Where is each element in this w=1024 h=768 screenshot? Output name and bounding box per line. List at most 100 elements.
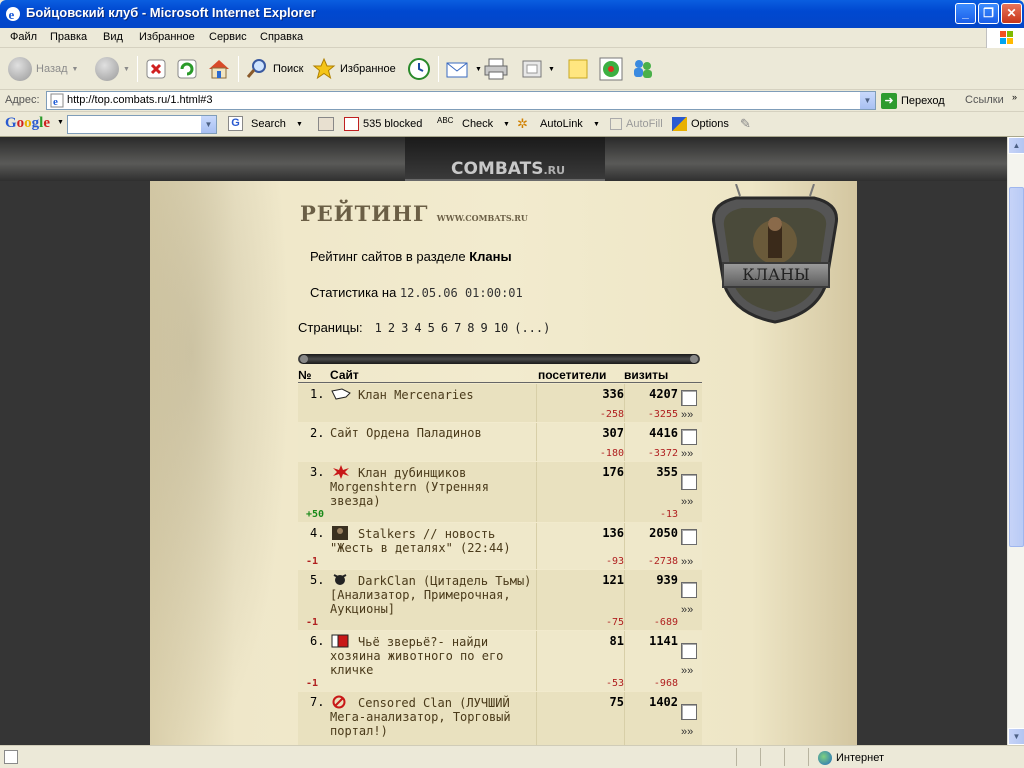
google-search-input[interactable]: ▼ bbox=[67, 115, 217, 134]
history-button[interactable] bbox=[406, 56, 432, 82]
page-link-5[interactable]: 5 bbox=[428, 321, 435, 335]
page-link-8[interactable]: 8 bbox=[467, 321, 474, 335]
google-search-button[interactable]: Search bbox=[251, 118, 286, 130]
page-link-2[interactable]: 2 bbox=[388, 321, 395, 335]
check-dropdown-icon[interactable]: ▼ bbox=[503, 121, 510, 128]
popup-blocked-count[interactable]: 535 blocked bbox=[363, 118, 422, 130]
stop-button[interactable] bbox=[145, 56, 167, 82]
visits-count: 2050 bbox=[649, 526, 678, 540]
details-link[interactable]: »» bbox=[681, 604, 693, 616]
google-dropdown-icon[interactable]: ▼ bbox=[201, 116, 216, 133]
highlight-pen-icon[interactable]: ✎ bbox=[740, 116, 751, 132]
scroll-thumb[interactable] bbox=[1009, 187, 1024, 547]
page-link-9[interactable]: 9 bbox=[481, 321, 488, 335]
google-logo[interactable]: Google bbox=[5, 115, 50, 132]
address-input[interactable]: e http://top.combats.ru/1.html#3 ▼ bbox=[46, 91, 876, 110]
security-zone[interactable]: Интернет bbox=[818, 751, 884, 765]
print-button[interactable] bbox=[483, 56, 509, 82]
google-menu-icon[interactable]: ▼ bbox=[57, 119, 64, 126]
site-link[interactable]: Клан дубинщиков Morgenshtern (Утренняя з… bbox=[330, 465, 536, 508]
home-button[interactable] bbox=[207, 56, 231, 82]
refresh-button[interactable] bbox=[176, 56, 198, 82]
select-checkbox[interactable] bbox=[681, 390, 697, 406]
select-checkbox[interactable] bbox=[681, 704, 697, 720]
details-link[interactable]: »» bbox=[681, 409, 693, 421]
page-link-6[interactable]: 6 bbox=[441, 321, 448, 335]
stat-timestamp: 12.05.06 01:00:01 bbox=[399, 286, 523, 300]
address-dropdown-icon[interactable]: ▼ bbox=[859, 92, 875, 109]
menu-favorites[interactable]: Избранное bbox=[139, 31, 195, 43]
menu-tools[interactable]: Сервис bbox=[209, 31, 247, 43]
menu-edit[interactable]: Правка bbox=[50, 31, 87, 43]
page-link-1[interactable]: 1 bbox=[375, 321, 382, 335]
autolink-dropdown-icon[interactable]: ▼ bbox=[593, 121, 600, 128]
table-header: № Сайт посетители визиты bbox=[298, 367, 702, 383]
back-button[interactable]: Назад ▼ bbox=[8, 56, 78, 82]
page-link-10[interactable]: 10 bbox=[494, 321, 508, 335]
statistics-line: Статистика на 12.05.06 01:00:01 bbox=[310, 285, 523, 300]
page-link-3[interactable]: 3 bbox=[401, 321, 408, 335]
visitors-delta: -93 bbox=[605, 556, 624, 567]
rating-table: № Сайт посетители визиты 1. Клан Mercena… bbox=[298, 367, 702, 745]
visits-delta: -3255 bbox=[647, 409, 678, 420]
select-checkbox[interactable] bbox=[681, 643, 697, 659]
autolink-button[interactable]: AutoLink bbox=[540, 118, 583, 130]
popup-blocker-icon bbox=[344, 117, 359, 131]
stalker-icon bbox=[332, 526, 348, 540]
options-button[interactable]: Options bbox=[691, 118, 729, 130]
site-link[interactable]: Censored Clan (ЛУЧШИЙ Мега-анализатор, Т… bbox=[330, 695, 536, 738]
details-link[interactable]: »» bbox=[681, 665, 693, 677]
site-link[interactable]: Чьё зверьё?- найди хозяина животного по … bbox=[330, 634, 536, 677]
menu-help[interactable]: Справка bbox=[260, 31, 303, 43]
site-link[interactable]: Stalkers // новость "Жесть в деталях" (2… bbox=[330, 526, 536, 555]
search-button[interactable]: Поиск bbox=[245, 56, 303, 82]
favorites-button[interactable]: Избранное bbox=[312, 56, 396, 82]
menu-view[interactable]: Вид bbox=[103, 31, 123, 43]
notes-button[interactable] bbox=[567, 56, 589, 82]
page-link-4[interactable]: 4 bbox=[414, 321, 421, 335]
maximize-button[interactable]: ❐ bbox=[978, 3, 999, 24]
details-link[interactable]: »» bbox=[681, 448, 693, 460]
combats-logo[interactable]: COMBATS.RU bbox=[405, 137, 605, 181]
details-link[interactable]: »» bbox=[681, 556, 693, 568]
select-checkbox[interactable] bbox=[681, 429, 697, 445]
icq-button[interactable] bbox=[599, 56, 623, 82]
check-button[interactable]: Check bbox=[462, 118, 493, 130]
chevron-right-icon[interactable]: » bbox=[1012, 92, 1017, 102]
scroll-up-icon[interactable]: ▲ bbox=[1008, 137, 1024, 154]
forward-button[interactable]: ▼ bbox=[95, 56, 130, 82]
go-button[interactable]: ➜ Переход bbox=[881, 93, 945, 109]
history-icon bbox=[408, 58, 430, 80]
site-name: Stalkers // новость "Жесть в деталях" (2… bbox=[330, 527, 511, 555]
note-icon bbox=[568, 59, 588, 79]
select-checkbox[interactable] bbox=[681, 582, 697, 598]
page-icon: e bbox=[50, 93, 64, 108]
row-num: 6. bbox=[310, 634, 325, 648]
site-link[interactable]: DarkClan (Цитадель Тьмы) [Анализатор, Пр… bbox=[330, 573, 536, 616]
page-link-7[interactable]: 7 bbox=[454, 321, 461, 335]
details-link[interactable]: »» bbox=[681, 726, 693, 738]
select-checkbox[interactable] bbox=[681, 474, 697, 490]
site-link[interactable]: Клан Mercenaries bbox=[330, 387, 536, 402]
site-link[interactable]: Сайт Ордена Паладинов bbox=[330, 426, 536, 440]
mail-button[interactable]: ▼ bbox=[445, 56, 482, 82]
links-button[interactable]: Ссылки bbox=[965, 94, 1004, 106]
scroll-down-icon[interactable]: ▼ bbox=[1008, 728, 1024, 745]
autofill-button[interactable]: AutoFill bbox=[626, 118, 663, 130]
details-link[interactable]: »» bbox=[681, 496, 693, 508]
messenger-button[interactable] bbox=[630, 56, 656, 82]
google-toolbar: Google ▼ ▼ G Search ▼ 535 blocked ABC Ch… bbox=[0, 112, 1024, 137]
close-button[interactable]: ✕ bbox=[1001, 3, 1022, 24]
minimize-button[interactable]: _ bbox=[955, 3, 976, 24]
select-checkbox[interactable] bbox=[681, 529, 697, 545]
table-row: 2. Сайт Ордена Паладинов 307 4416 -180 -… bbox=[298, 423, 702, 461]
ie-icon: e bbox=[6, 7, 20, 22]
menu-file[interactable]: Файл bbox=[10, 31, 37, 43]
search-dropdown-icon[interactable]: ▼ bbox=[296, 121, 303, 128]
logo-ru: .RU bbox=[543, 164, 566, 177]
clans-badge[interactable]: КЛАНЫ bbox=[706, 184, 844, 324]
vertical-scrollbar[interactable]: ▲ ▼ bbox=[1007, 137, 1024, 745]
news-icon[interactable] bbox=[318, 117, 334, 131]
page-link-more[interactable]: (...) bbox=[514, 321, 550, 335]
edit-button[interactable]: ▼ bbox=[520, 56, 555, 82]
